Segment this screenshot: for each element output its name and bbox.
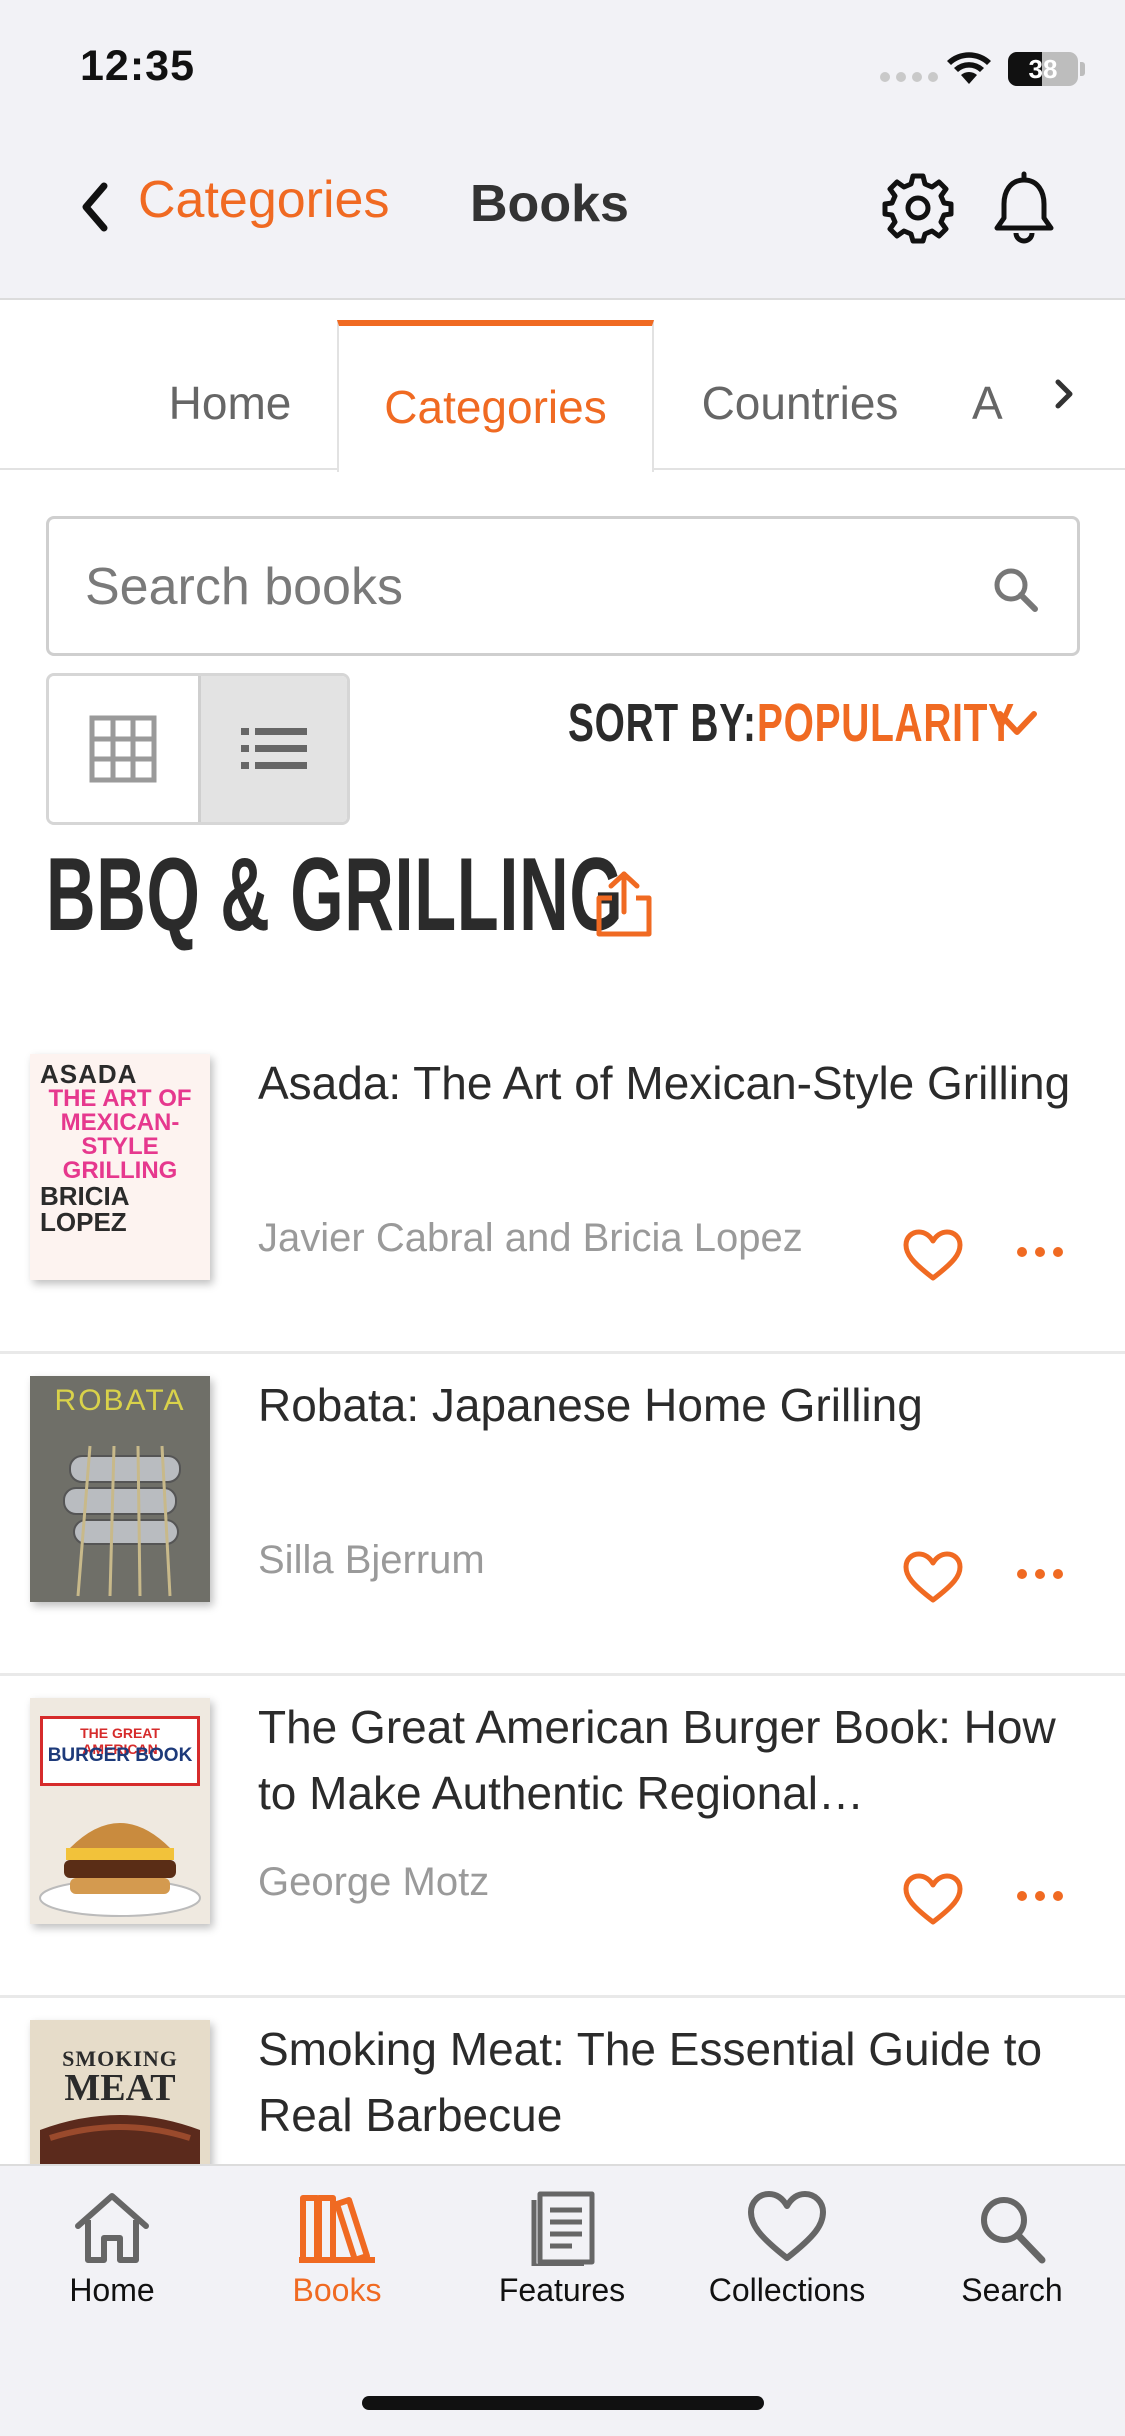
heart-icon[interactable] [902,1228,964,1284]
cover-art [63,1445,181,1597]
tabbar-collections-label: Collections [708,2272,866,2308]
chevron-right-icon[interactable] [1052,374,1078,414]
book-list: ASADA THE ART OF MEXICAN- STYLE GRILLING… [0,1032,1125,2320]
tab-categories[interactable]: Categories [337,320,654,472]
tabbar-features[interactable]: Features [462,2182,662,2332]
tabbar-search[interactable]: Search [912,2182,1112,2332]
tabbar-collections[interactable]: Collections [687,2182,887,2332]
tabbar-search-label: Search [961,2272,1063,2308]
top-tabs: Home Categories Countries A [0,320,1125,472]
cover-author: BRICIA LOPEZ [40,1181,129,1237]
home-icon [75,2193,149,2263]
back-button[interactable]: Categories [138,170,389,230]
tabbar-features-label: Features [498,2272,626,2308]
share-icon[interactable] [594,870,654,938]
book-title[interactable]: Smoking Meat: The Essential Guide to Rea… [258,2016,1078,2148]
more-options-icon[interactable] [1016,1564,1064,1584]
sort-by-label: SORT BY: [568,693,757,753]
books-icon [299,2195,375,2263]
battery-tip [1080,62,1085,76]
gear-icon[interactable] [880,170,956,246]
navigation-bar: Categories Books [0,130,1125,300]
tabbar-books[interactable]: Books [237,2182,437,2332]
tab-countries[interactable]: Countries [670,320,930,470]
list-item[interactable]: ROBATA Robata: Japanese Home Grilling Si… [0,1354,1125,1676]
tabbar-home[interactable]: Home [12,2182,212,2332]
grid-icon [89,715,157,783]
book-author: George Motz [258,1860,490,1904]
list-item[interactable]: THE GREAT AMERICAN BURGER BOOK The Great… [0,1676,1125,1998]
book-author: Silla Bjerrum [258,1538,485,1582]
book-author: Javier Cabral and Bricia Lopez [258,1216,803,1260]
grid-view-button[interactable] [49,676,198,822]
more-options-icon[interactable] [1016,1886,1064,1906]
book-title[interactable]: Asada: The Art of Mexican-Style Grilling [258,1050,1078,1116]
chevron-down-icon[interactable] [996,708,1038,740]
features-icon [531,2191,595,2266]
book-title[interactable]: The Great American Burger Book: How to M… [258,1694,1078,1826]
heart-icon[interactable] [902,1550,964,1606]
tabbar-books-label: Books [292,2272,382,2308]
battery-icon: 38 [1008,52,1078,86]
view-toggle [46,673,350,825]
sort-by-dropdown[interactable]: POPULARITY [757,692,1015,754]
signal-icon [880,72,938,82]
book-title[interactable]: Robata: Japanese Home Grilling [258,1372,1078,1438]
list-icon [240,728,307,769]
book-cover[interactable]: THE GREAT AMERICAN BURGER BOOK [30,1698,210,1924]
status-bar: 12:35 38 [0,0,1125,130]
search-icon[interactable] [987,561,1047,621]
heart-icon [748,2191,826,2261]
tab-next-partial[interactable]: A [972,320,1012,470]
search-input[interactable] [85,549,965,625]
list-view-button[interactable] [197,676,347,822]
battery-level: 38 [1028,54,1058,84]
search-icon [981,2197,1046,2264]
search-box [46,516,1080,656]
list-item[interactable]: ASADA THE ART OF MEXICAN- STYLE GRILLING… [0,1032,1125,1354]
book-cover[interactable]: ROBATA [30,1376,210,1602]
cover-title: ASADA [40,1059,138,1089]
back-chevron-icon[interactable] [70,172,120,242]
cover-subtitle: THE ART OF MEXICAN- STYLE GRILLING [48,1085,192,1184]
category-title: BBQ & GRILLING [46,837,624,953]
tab-home[interactable]: Home [150,320,310,470]
heart-icon[interactable] [902,1872,964,1928]
bell-icon[interactable] [986,170,1062,246]
home-indicator[interactable] [362,2396,764,2410]
tabbar-home-label: Home [69,2272,155,2308]
more-options-icon[interactable] [1016,1242,1064,1262]
wifi-icon [947,52,991,84]
status-time: 12:35 [80,42,195,90]
page-title: Books [470,175,629,233]
book-cover[interactable]: ASADA THE ART OF MEXICAN- STYLE GRILLING… [30,1054,210,1280]
cover-art [39,1823,201,1917]
